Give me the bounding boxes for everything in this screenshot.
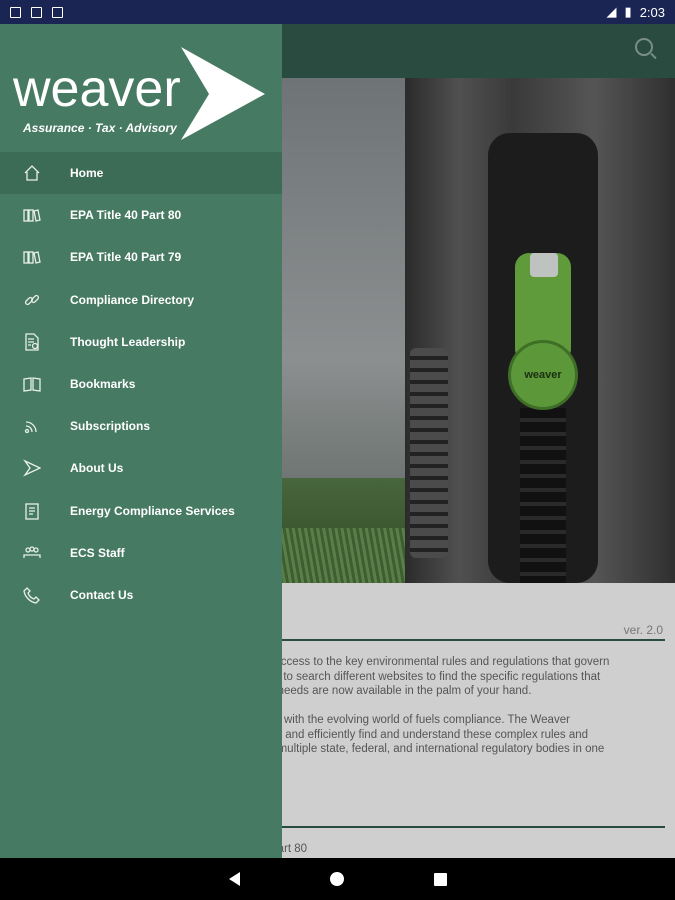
books-icon: [23, 206, 41, 224]
arrow-logo-icon: [23, 459, 41, 478]
notification-icon: [52, 6, 63, 18]
clipboard-icon: [23, 502, 41, 520]
weaver-logo: weaver Assurance · Tax · Advisory: [13, 47, 265, 140]
menu-item-label: Subscriptions: [70, 419, 151, 434]
divider: [282, 826, 665, 828]
menu-item-label: About Us: [70, 461, 124, 476]
link-icon: [23, 291, 41, 309]
books-icon: [23, 248, 41, 266]
notification-icons: [10, 6, 63, 18]
menu-item-label: Energy Compliance Services: [70, 503, 235, 518]
drawer-header: weaver Assurance · Tax · Advisory: [0, 24, 282, 152]
menu-item-subscriptions[interactable]: Subscriptions: [0, 405, 282, 447]
intro-paragraph: t access to the key environmental rules …: [268, 656, 610, 697]
menu-item-thought-leadership[interactable]: Thought Leadership: [0, 321, 282, 363]
menu-item-bookmarks[interactable]: Bookmarks: [0, 363, 282, 405]
drawer-menu: Home EPA Title 40 Part 80 EPA Title 40 P…: [0, 152, 282, 616]
search-icon[interactable]: [635, 38, 653, 56]
menu-item-label: Thought Leadership: [70, 334, 186, 349]
menu-item-energy-compliance-services[interactable]: Energy Compliance Services: [0, 490, 282, 532]
menu-item-label: Bookmarks: [70, 377, 136, 392]
home-nav-button[interactable]: [329, 872, 344, 886]
svg-text:weaver: weaver: [13, 60, 181, 118]
navigation-drawer: weaver Assurance · Tax · Advisory Home E…: [0, 24, 282, 858]
status-bar: ◢ ▮ 2:03: [0, 0, 675, 24]
menu-item-contact-us[interactable]: Contact Us: [0, 574, 282, 616]
menu-item-compliance-directory[interactable]: Compliance Directory: [0, 279, 282, 321]
clock: 2:03: [639, 4, 665, 20]
app-screen: ◢ ▮ 2:03 weaver ver. 2.0 t access to the…: [0, 0, 675, 900]
group-icon: [23, 544, 41, 562]
recents-button[interactable]: [433, 872, 447, 886]
menu-item-label: Contact Us: [70, 587, 134, 602]
menu-item-epa-part-79[interactable]: EPA Title 40 Part 79: [0, 236, 282, 278]
document-icon: [23, 333, 41, 351]
menu-item-ecs-staff[interactable]: ECS Staff: [0, 532, 282, 574]
menu-item-label: Compliance Directory: [70, 292, 195, 307]
svg-text:Assurance · Tax · Advisory: Assurance · Tax · Advisory: [22, 121, 178, 135]
menu-item-epa-part-80[interactable]: EPA Title 40 Part 80: [0, 194, 282, 236]
nozzle-logo: weaver: [508, 340, 578, 410]
back-button[interactable]: [228, 872, 240, 886]
signal-icon: ◢: [606, 4, 617, 19]
phone-icon: [23, 586, 41, 604]
system-nav-bar: [0, 858, 675, 900]
notification-icon: [31, 6, 42, 18]
description-paragraph: up with the evolving world of fuels comp…: [268, 714, 605, 755]
menu-item-label: ECS Staff: [70, 545, 125, 560]
divider: [282, 639, 665, 641]
menu-item-home[interactable]: Home: [0, 152, 282, 195]
menu-item-label: Home: [70, 166, 104, 181]
menu-item-label: EPA Title 40 Part 80: [70, 208, 182, 223]
rss-icon: [23, 417, 41, 435]
version-label: ver. 2.0: [623, 623, 663, 637]
menu-item-label: EPA Title 40 Part 79: [70, 250, 182, 265]
battery-icon: ▮: [624, 4, 632, 19]
book-open-icon: [23, 375, 41, 393]
menu-item-about-us[interactable]: About Us: [0, 447, 282, 489]
home-icon: [23, 164, 41, 182]
notification-icon: [10, 6, 21, 18]
